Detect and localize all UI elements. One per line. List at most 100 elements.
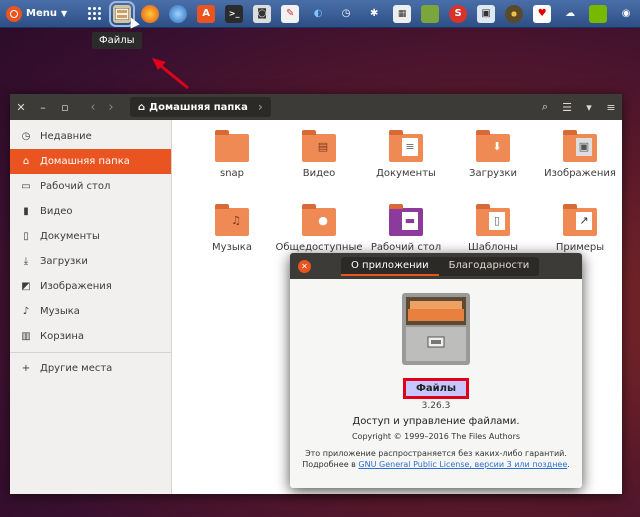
back-icon[interactable]: ‹ xyxy=(84,100,102,115)
screenshot-icon[interactable]: ◙ xyxy=(253,4,272,23)
close-window-icon[interactable]: ✕ xyxy=(10,101,32,114)
list-view-icon[interactable]: ☰ xyxy=(556,101,578,114)
image-icon: ◩ xyxy=(21,281,31,292)
file-label: Общедоступные xyxy=(275,242,363,253)
app-icon-heart-card[interactable]: ♥ xyxy=(533,4,552,23)
file-item[interactable]: ⬇ Загрузки xyxy=(449,130,537,179)
file-item[interactable]: ↗ Примеры xyxy=(536,204,624,253)
sidebar: ◷ Недавние ⌂ Домашняя папка ▭ Рабочий стол … xyxy=(10,120,172,494)
sidebar-item-label: Музыка xyxy=(40,306,80,317)
desktop-icon: ▭ xyxy=(21,181,31,192)
sidebar-item-label: Видео xyxy=(40,206,73,217)
close-icon[interactable]: ✕ xyxy=(298,259,311,273)
file-label: snap xyxy=(219,168,245,179)
file-label: Изображения xyxy=(544,168,616,179)
app-name: Файлы xyxy=(402,378,470,399)
app-icon-blue-swirl[interactable]: ◐ xyxy=(309,5,327,23)
app-icon-grid[interactable]: ▦ xyxy=(393,4,412,23)
document-icon: ▯ xyxy=(23,231,29,242)
tab-about[interactable]: О приложении xyxy=(341,257,439,276)
app-icon-disc[interactable] xyxy=(505,4,524,23)
license-line: Это приложение распространяется без каки… xyxy=(305,449,567,458)
file-item[interactable]: ▣ Изображения xyxy=(536,130,624,179)
file-item[interactable]: ♫ Музыка xyxy=(188,204,276,253)
video-folder-icon: ▤ xyxy=(302,130,336,162)
sidebar-item-music[interactable]: ♪ Музыка xyxy=(10,299,171,324)
menu-button[interactable]: Menu ▼ xyxy=(0,0,73,28)
file-label: Примеры xyxy=(555,242,605,253)
firefox-icon[interactable] xyxy=(141,4,160,23)
file-label: Рабочий стол xyxy=(370,242,442,253)
sidebar-item-label: Загрузки xyxy=(40,256,88,267)
about-body: Файлы 3.26.3 Доступ и управление файлами… xyxy=(290,279,582,470)
app-grid-icon[interactable] xyxy=(85,5,103,23)
app-icon-eye[interactable]: ◉ xyxy=(617,5,635,23)
path-label: Домашняя папка xyxy=(149,101,248,113)
public-folder-icon: ● xyxy=(302,204,336,236)
forward-icon[interactable]: › xyxy=(102,100,120,115)
sidebar-item-label: Документы xyxy=(40,231,100,242)
sidebar-item-trash[interactable]: ▥ Корзина xyxy=(10,324,171,349)
app-icon-clock[interactable]: ◷ xyxy=(337,5,355,23)
app-icon-pinwheel[interactable]: ✱ xyxy=(365,5,383,23)
license-prefix: Подробнее в xyxy=(302,460,359,469)
tab-credits[interactable]: Благодарности xyxy=(439,257,540,276)
app-icon-weather[interactable]: ☁ xyxy=(561,5,579,23)
file-item[interactable]: snap xyxy=(188,130,276,179)
sidebar-item-documents[interactable]: ▯ Документы xyxy=(10,224,171,249)
text-editor-icon[interactable]: ✎ xyxy=(281,4,300,23)
sidebar-item-video[interactable]: ▮ Видео xyxy=(10,199,171,224)
maximize-window-icon[interactable]: ▫ xyxy=(54,101,76,114)
file-item[interactable]: ▤ Видео xyxy=(275,130,363,179)
about-header: ✕ О приложении Благодарности xyxy=(290,253,582,279)
download-icon: ⤓ xyxy=(23,256,29,267)
file-item[interactable]: ≡ Документы xyxy=(362,130,450,179)
video-icon: ▮ xyxy=(23,206,29,217)
browser-globe-icon[interactable] xyxy=(169,4,188,23)
license-link[interactable]: GNU General Public License, версии 3 или… xyxy=(358,460,567,469)
sidebar-item-recent[interactable]: ◷ Недавние xyxy=(10,124,171,149)
license-text: Это приложение распространяется без каки… xyxy=(290,448,582,470)
titlebar: ✕ – ▫ ‹ › ⌂ Домашняя папка › ⌕ ☰ ▾ ≡ xyxy=(10,94,622,120)
file-label: Шаблоны xyxy=(468,242,518,253)
sidebar-item-label: Рабочий стол xyxy=(40,181,111,192)
software-center-icon[interactable]: A xyxy=(197,4,216,23)
sidebar-item-home[interactable]: ⌂ Домашняя папка xyxy=(10,149,171,174)
file-item[interactable]: ▬ Рабочий стол xyxy=(362,204,450,253)
app-icon-image[interactable]: ▣ xyxy=(477,4,496,23)
app-icon-folder-green[interactable] xyxy=(421,4,440,23)
view-options-icon[interactable]: ▾ xyxy=(578,101,600,114)
app-icon-nvidia[interactable] xyxy=(589,4,608,23)
top-panel: Menu ▼ A >_ ◙ ✎ ◐ ◷ ✱ ▦ S ▣ ♥ ☁ ◉ xyxy=(0,0,640,28)
plus-icon: + xyxy=(21,363,31,374)
hamburger-menu-icon[interactable]: ≡ xyxy=(600,101,622,114)
sidebar-item-downloads[interactable]: ⤓ Загрузки xyxy=(10,249,171,274)
sidebar-item-label: Недавние xyxy=(40,131,92,142)
sidebar-item-label: Изображения xyxy=(40,281,112,292)
file-item[interactable]: ● Общедоступные xyxy=(275,204,363,253)
sidebar-item-label: Корзина xyxy=(40,331,85,342)
menu-label: Menu xyxy=(26,8,57,19)
path-bar-home[interactable]: ⌂ Домашняя папка › xyxy=(130,97,271,117)
home-icon: ⌂ xyxy=(138,101,146,113)
minimize-window-icon[interactable]: – xyxy=(32,101,54,114)
pictures-folder-icon: ▣ xyxy=(563,130,597,162)
terminal-icon[interactable]: >_ xyxy=(225,4,244,23)
sidebar-item-other-places[interactable]: + Другие места xyxy=(10,356,171,381)
sidebar-item-desktop[interactable]: ▭ Рабочий стол xyxy=(10,174,171,199)
file-label: Музыка xyxy=(212,242,252,253)
sidebar-item-pictures[interactable]: ◩ Изображения xyxy=(10,274,171,299)
launcher-tooltip: Файлы xyxy=(92,32,142,49)
desktop-folder-icon: ▬ xyxy=(389,204,423,236)
file-item[interactable]: ▯ Шаблоны xyxy=(449,204,537,253)
app-icon-red-circle[interactable]: S xyxy=(449,4,468,23)
ubuntu-logo-icon xyxy=(6,5,22,22)
file-label: Загрузки xyxy=(469,168,517,179)
file-label: Видео xyxy=(302,168,336,179)
documents-folder-icon: ≡ xyxy=(389,130,423,162)
about-dialog: ✕ О приложении Благодарности Файлы 3.26.… xyxy=(290,253,582,488)
sidebar-divider xyxy=(10,352,171,353)
downloads-folder-icon: ⬇ xyxy=(476,130,510,162)
search-icon[interactable]: ⌕ xyxy=(534,100,556,114)
app-description: Доступ и управление файлами. xyxy=(352,416,520,427)
